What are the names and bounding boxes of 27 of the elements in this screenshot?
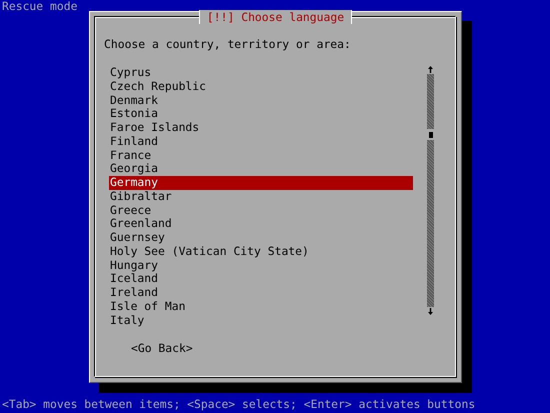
- list-item[interactable]: Denmark: [109, 94, 413, 108]
- prompt-text: Choose a country, territory or area:: [104, 38, 352, 52]
- list-item[interactable]: Cyprus: [109, 66, 413, 80]
- list-item[interactable]: Greenland: [109, 217, 413, 231]
- go-back-button[interactable]: <Go Back>: [131, 342, 193, 356]
- list-item[interactable]: Ireland: [109, 286, 413, 300]
- list-item[interactable]: Isle of Man: [109, 300, 413, 314]
- list-item[interactable]: Holy See (Vatican City State): [109, 244, 413, 258]
- list-item[interactable]: Iceland: [109, 272, 413, 286]
- list-item[interactable]: Georgia: [109, 162, 413, 176]
- list-item[interactable]: France: [109, 148, 413, 162]
- list-item[interactable]: Faroe Islands: [109, 121, 413, 135]
- scroll-down-arrow-icon[interactable]: [428, 308, 433, 315]
- list-item[interactable]: Czech Republic: [109, 80, 413, 94]
- list-item[interactable]: Gibraltar: [109, 190, 413, 204]
- dialog-title: [!!] Choose language: [198, 10, 352, 24]
- scroll-up-arrow-icon[interactable]: [428, 66, 433, 73]
- status-bar-text: <Tab> moves between items; <Space> selects; <Enter> activates buttons: [1, 398, 476, 412]
- list-item[interactable]: Greece: [109, 204, 413, 218]
- list-item[interactable]: Italy: [109, 314, 413, 328]
- list-item[interactable]: Hungary: [109, 258, 413, 272]
- list-item[interactable]: Guernsey: [109, 231, 413, 245]
- screen-title: Rescue mode: [1, 0, 78, 11]
- list-item[interactable]: Finland: [109, 134, 413, 148]
- scrollbar-thumb[interactable]: [427, 129, 434, 140]
- list-item[interactable]: Estonia: [109, 107, 413, 121]
- list-item[interactable]: Germany: [109, 176, 413, 190]
